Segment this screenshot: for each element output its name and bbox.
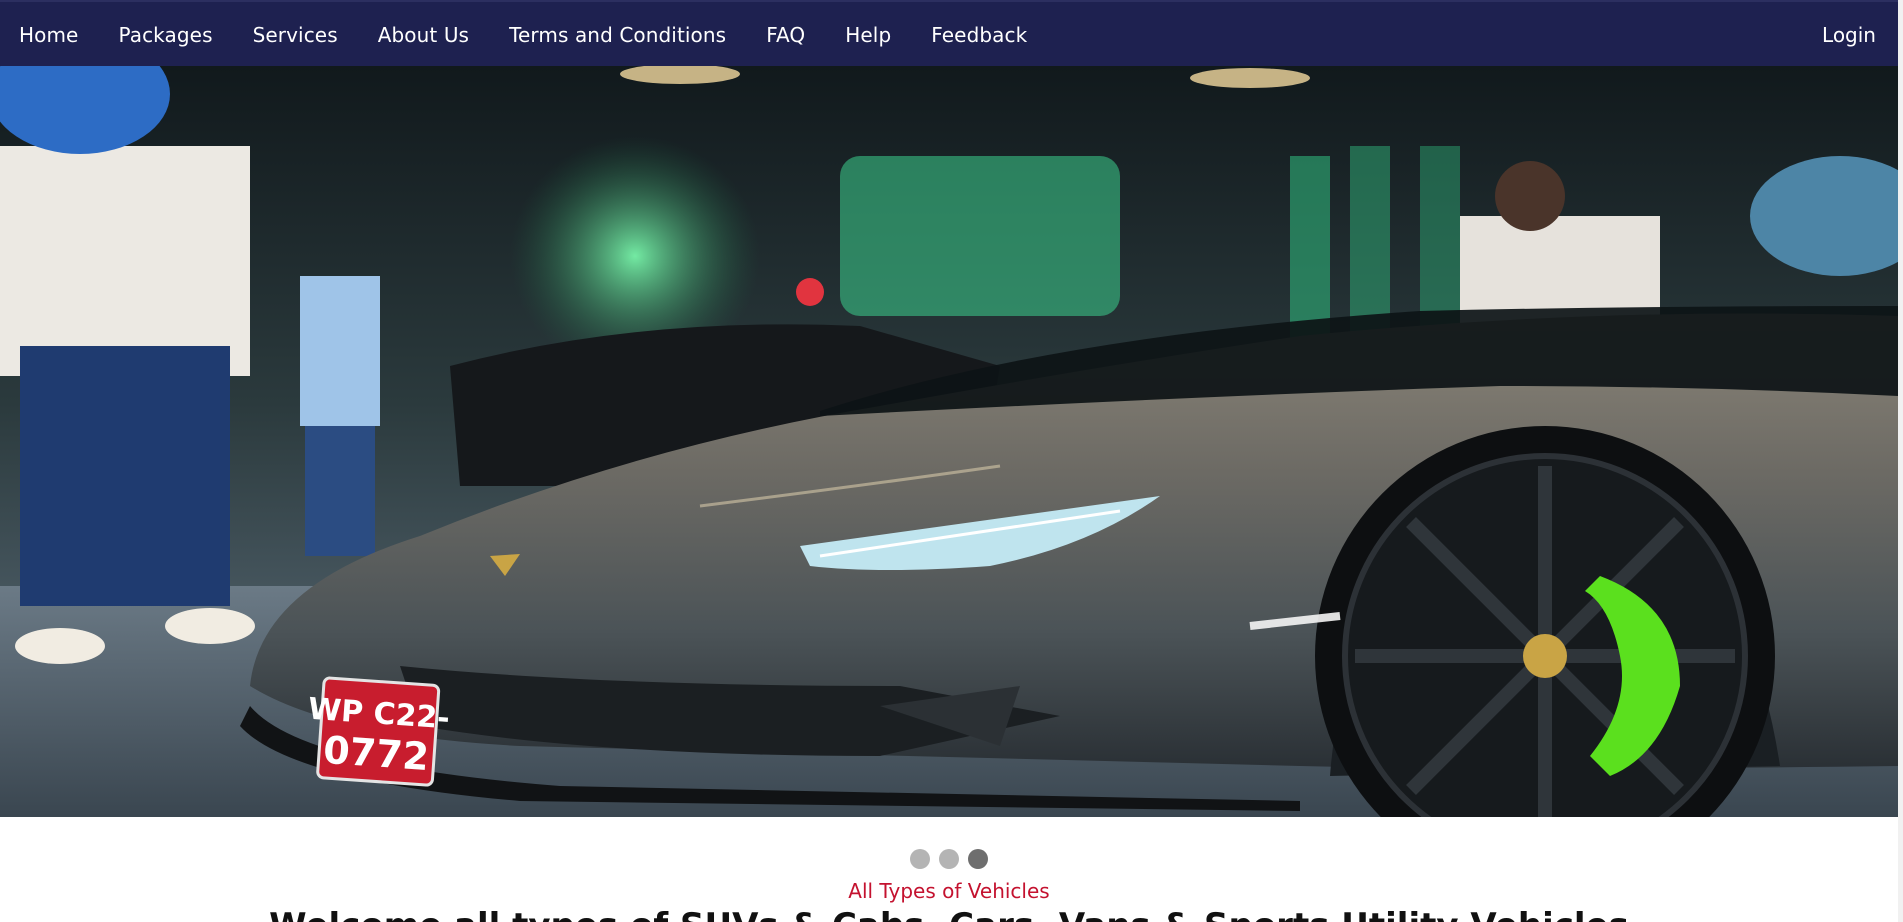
carousel-indicators [0,849,1898,869]
page-scrollbar[interactable] [1898,0,1903,922]
nav-link-help[interactable]: Help [825,23,911,47]
carousel-dot-3[interactable] [968,849,988,869]
nav-link-services[interactable]: Services [233,23,358,47]
login-link[interactable]: Login [1822,2,1876,68]
nav-link-feedback[interactable]: Feedback [911,23,1047,47]
hero-carousel-slide: WP C22- 0772 [0,66,1898,817]
nav-link-about-us[interactable]: About Us [358,23,489,47]
section-subtitle: All Types of Vehicles [848,879,1050,903]
nav-link-terms[interactable]: Terms and Conditions [489,23,746,47]
nav-links: Home Packages Services About Us Terms an… [0,2,1047,68]
plate-text-line2: 0772 [322,728,431,779]
section-headline: Welcome all types of SUVs & Cabs, Cars, … [0,906,1898,922]
top-navbar: Home Packages Services About Us Terms an… [0,0,1898,66]
carousel-dot-2[interactable] [939,849,959,869]
nav-link-faq[interactable]: FAQ [746,23,825,47]
page: Home Packages Services About Us Terms an… [0,0,1903,922]
hero-car-image: WP C22- 0772 [0,66,1898,817]
nav-link-packages[interactable]: Packages [98,23,232,47]
carousel-dot-1[interactable] [910,849,930,869]
nav-link-home[interactable]: Home [0,23,98,47]
